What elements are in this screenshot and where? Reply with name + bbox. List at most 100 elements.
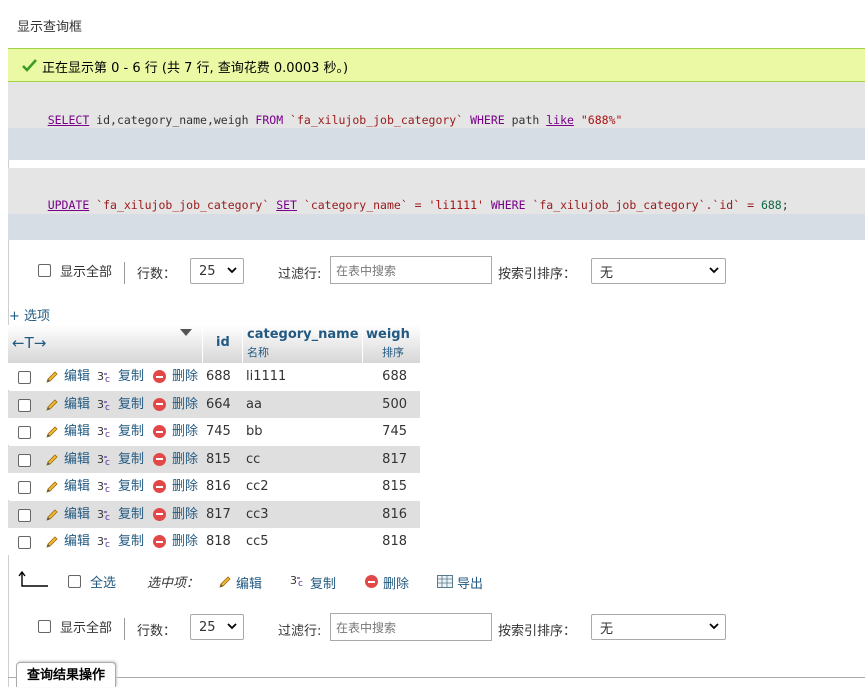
edit-link[interactable]: 编辑 bbox=[64, 391, 90, 418]
cell-id[interactable]: 817 bbox=[206, 501, 231, 528]
delete-link[interactable]: 删除 bbox=[172, 363, 198, 390]
cell-category-name[interactable]: cc2 bbox=[246, 473, 269, 500]
pencil-icon[interactable] bbox=[45, 535, 59, 549]
bulk-copy-button[interactable]: 复制 bbox=[310, 573, 336, 592]
copy-link[interactable]: 复制 bbox=[118, 473, 144, 500]
bulk-delete-button[interactable]: 删除 bbox=[383, 573, 409, 592]
copy-icon[interactable]: 3c bbox=[97, 452, 113, 467]
copy-icon[interactable]: 3c bbox=[97, 507, 113, 522]
pencil-icon[interactable] bbox=[45, 453, 59, 467]
copy-icon[interactable]: 3c bbox=[97, 424, 113, 439]
filter-input[interactable]: 在表中搜索 bbox=[330, 256, 492, 284]
cell-category-name[interactable]: aa bbox=[246, 391, 262, 418]
select-all-label[interactable]: 全选 bbox=[90, 572, 116, 591]
delete-icon[interactable] bbox=[153, 425, 166, 438]
cell-weigh[interactable]: 815 bbox=[368, 473, 407, 500]
copy-link[interactable]: 复制 bbox=[118, 501, 144, 528]
cell-weigh[interactable]: 818 bbox=[368, 528, 407, 555]
cell-category-name[interactable]: cc3 bbox=[246, 501, 269, 528]
cell-weigh[interactable]: 817 bbox=[368, 446, 407, 473]
rows-select[interactable]: 25 bbox=[190, 258, 244, 284]
cell-weigh[interactable]: 500 bbox=[368, 391, 407, 418]
column-header-category-name[interactable]: category_name bbox=[247, 327, 359, 342]
delete-icon[interactable] bbox=[153, 370, 166, 383]
column-header-id[interactable]: id bbox=[216, 335, 230, 350]
column-arrows[interactable]: ←T→ bbox=[12, 334, 46, 352]
svg-text:3: 3 bbox=[290, 574, 297, 587]
edit-link[interactable]: 编辑 bbox=[64, 418, 90, 445]
pencil-icon[interactable] bbox=[45, 508, 59, 522]
cell-weigh[interactable]: 688 bbox=[368, 363, 407, 390]
delete-link[interactable]: 删除 bbox=[172, 446, 198, 473]
row-checkbox[interactable] bbox=[18, 481, 31, 494]
success-message: 正在显示第 0 - 6 行 (共 7 行, 查询花费 0.0003 秒。) bbox=[8, 48, 865, 82]
delete-link[interactable]: 删除 bbox=[172, 418, 198, 445]
row-checkbox[interactable] bbox=[18, 426, 31, 439]
cell-weigh[interactable]: 745 bbox=[368, 418, 407, 445]
delete-icon[interactable] bbox=[153, 397, 166, 411]
copy-link[interactable]: 复制 bbox=[118, 418, 144, 445]
row-checkbox[interactable] bbox=[18, 453, 31, 467]
copy-link[interactable]: 复制 bbox=[118, 528, 144, 555]
copy-link[interactable]: 复制 bbox=[118, 391, 144, 418]
delete-link[interactable]: 删除 bbox=[172, 501, 198, 528]
select-all-checkbox[interactable] bbox=[68, 575, 81, 588]
sort-select-bottom[interactable]: 无 bbox=[591, 614, 726, 640]
dropdown-arrow-icon[interactable] bbox=[180, 329, 192, 337]
pencil-icon[interactable] bbox=[218, 575, 232, 589]
edit-link[interactable]: 编辑 bbox=[64, 473, 90, 500]
cell-id[interactable]: 815 bbox=[206, 446, 231, 473]
pencil-icon[interactable] bbox=[45, 425, 59, 439]
filter-input-bottom[interactable]: 在表中搜索 bbox=[330, 613, 492, 641]
show-all-checkbox[interactable] bbox=[38, 264, 51, 277]
cell-id[interactable]: 818 bbox=[206, 528, 231, 555]
delete-icon[interactable] bbox=[153, 535, 166, 548]
row-checkbox[interactable] bbox=[18, 398, 31, 412]
cell-weigh[interactable]: 816 bbox=[368, 501, 407, 528]
page-title: 显示查询框 bbox=[17, 20, 83, 35]
footer-border bbox=[8, 677, 865, 678]
copy-link[interactable]: 复制 bbox=[118, 363, 144, 390]
rows-select-bottom[interactable]: 25 bbox=[190, 614, 244, 640]
copy-link[interactable]: 复制 bbox=[118, 446, 144, 473]
pencil-icon[interactable] bbox=[45, 480, 59, 494]
pencil-icon[interactable] bbox=[45, 370, 59, 384]
bulk-export-button[interactable]: 导出 bbox=[457, 573, 483, 592]
row-checkbox[interactable] bbox=[18, 508, 31, 522]
copy-icon[interactable]: 3c bbox=[97, 534, 113, 549]
edit-link[interactable]: 编辑 bbox=[64, 446, 90, 473]
edit-link[interactable]: 编辑 bbox=[64, 501, 90, 528]
query-results-operations-tab[interactable]: 查询结果操作 bbox=[16, 662, 117, 687]
delete-link[interactable]: 删除 bbox=[172, 391, 198, 418]
delete-icon[interactable] bbox=[153, 452, 166, 466]
delete-link[interactable]: 删除 bbox=[172, 528, 198, 555]
delete-link[interactable]: 删除 bbox=[172, 473, 198, 500]
cell-id[interactable]: 816 bbox=[206, 473, 231, 500]
copy-icon[interactable]: 3c bbox=[97, 479, 113, 494]
cell-category-name[interactable]: cc bbox=[246, 446, 260, 473]
column-comment-weigh: 排序 bbox=[382, 346, 404, 359]
copy-icon[interactable]: 3c bbox=[97, 369, 113, 384]
cell-id[interactable]: 664 bbox=[206, 391, 231, 418]
options-link[interactable]: + 选项 bbox=[9, 305, 50, 324]
export-icon[interactable] bbox=[437, 575, 453, 588]
cell-category-name[interactable]: cc5 bbox=[246, 528, 269, 555]
edit-link[interactable]: 编辑 bbox=[64, 528, 90, 555]
column-header-weigh[interactable]: weigh bbox=[366, 327, 410, 342]
copy-icon[interactable]: 3c bbox=[290, 573, 306, 588]
delete-icon[interactable] bbox=[153, 480, 166, 493]
edit-link[interactable]: 编辑 bbox=[64, 363, 90, 390]
delete-icon[interactable] bbox=[365, 575, 378, 588]
sort-select[interactable]: 无 bbox=[591, 258, 726, 284]
row-checkbox[interactable] bbox=[18, 536, 31, 549]
row-checkbox[interactable] bbox=[18, 371, 31, 384]
pencil-icon[interactable] bbox=[45, 398, 59, 412]
bulk-edit-button[interactable]: 编辑 bbox=[236, 573, 262, 592]
cell-id[interactable]: 745 bbox=[206, 418, 231, 445]
show-all-checkbox-bottom[interactable] bbox=[38, 620, 51, 633]
cell-id[interactable]: 688 bbox=[206, 363, 231, 390]
cell-category-name[interactable]: li1111 bbox=[246, 363, 286, 390]
copy-icon[interactable]: 3c bbox=[97, 397, 113, 412]
delete-icon[interactable] bbox=[153, 507, 166, 521]
cell-category-name[interactable]: bb bbox=[246, 418, 263, 445]
